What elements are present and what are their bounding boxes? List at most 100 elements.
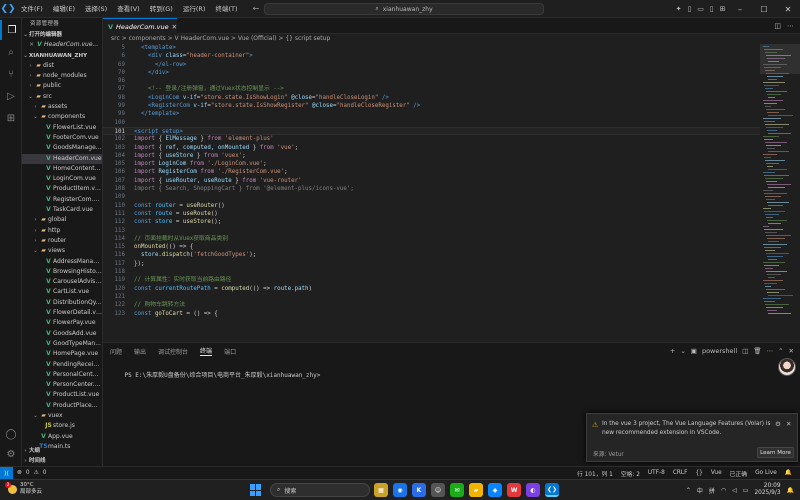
file-explorer-icon[interactable]: ▰ bbox=[469, 483, 483, 497]
open-editors-section[interactable]: ⌄ 打开的编辑器 bbox=[22, 30, 102, 40]
close-panel-icon[interactable]: ✕ bbox=[789, 347, 794, 355]
close-window-icon[interactable]: ✕ bbox=[776, 0, 800, 18]
folder-item[interactable]: › ▰ http bbox=[22, 226, 102, 236]
file-item[interactable]: V BrowsingHistor... bbox=[22, 267, 102, 277]
file-item[interactable]: V ProductItem.vue bbox=[22, 184, 102, 194]
file-item[interactable]: V RegisterCom.vue bbox=[22, 195, 102, 205]
minimap[interactable] bbox=[760, 44, 800, 342]
file-item[interactable]: V CartList.vue bbox=[22, 287, 102, 297]
panel-tab[interactable]: 端口 bbox=[224, 347, 236, 356]
minimize-icon[interactable]: – bbox=[728, 0, 752, 18]
error-icon[interactable]: ⊗ bbox=[17, 470, 22, 476]
volume-icon[interactable]: ◁ bbox=[732, 487, 737, 494]
warning-count[interactable]: 0 bbox=[43, 470, 47, 476]
toggle-sidebar-icon[interactable]: ▯ bbox=[684, 0, 695, 18]
vscode-app-icon[interactable]: ❮❯ bbox=[545, 483, 559, 497]
nav-back-icon[interactable]: ← bbox=[252, 4, 259, 13]
folder-item[interactable]: ⌄ ▰ views bbox=[22, 246, 102, 256]
folder-item[interactable]: › ▰ assets bbox=[22, 102, 102, 112]
close-tab-icon[interactable]: ✕ bbox=[172, 23, 177, 31]
wechat-app-icon[interactable]: ✉ bbox=[450, 483, 464, 497]
encoding[interactable]: UTF-8 bbox=[648, 470, 665, 476]
file-item[interactable]: V FlowerDetail.vue bbox=[22, 308, 102, 318]
file-item[interactable]: JS store.js bbox=[22, 421, 102, 431]
file-item[interactable]: V GoodTypeMan... bbox=[22, 339, 102, 349]
ime-lang[interactable]: 中 bbox=[697, 486, 703, 495]
edge-app-icon[interactable]: ◐ bbox=[526, 483, 540, 497]
folder-item[interactable]: ⌄ ▰ vuex bbox=[22, 411, 102, 421]
code-editor[interactable]: 5 <template> 6 <div class="header-contain… bbox=[103, 44, 760, 342]
maximize-panel-icon[interactable]: ⌃ bbox=[778, 347, 783, 355]
gear-icon[interactable]: ⚙ bbox=[775, 420, 781, 428]
command-center-search[interactable]: ⌕ xianhuawan_zhy bbox=[264, 3, 544, 15]
end-of-line[interactable]: CRLF bbox=[673, 470, 688, 476]
language-mode[interactable]: Vue bbox=[711, 470, 722, 476]
open-editor-item[interactable]: ✕ V HeaderCom.vue... bbox=[22, 40, 102, 50]
file-item[interactable]: V PendingReceip... bbox=[22, 360, 102, 370]
terminal-dropdown-icon[interactable]: ⌄ bbox=[680, 347, 685, 355]
close-icon[interactable]: ✕ bbox=[28, 40, 35, 50]
start-button[interactable] bbox=[250, 484, 262, 496]
file-item[interactable]: V DistributionQy... bbox=[22, 298, 102, 308]
kill-terminal-icon[interactable]: 🗑 bbox=[753, 347, 761, 355]
shell-name[interactable]: powershell bbox=[702, 347, 737, 355]
account-icon[interactable]: ◯ bbox=[0, 424, 22, 444]
explorer-icon[interactable]: ❐ bbox=[0, 20, 22, 40]
folder-item[interactable]: ⌄ ▰ src bbox=[22, 92, 102, 102]
file-item[interactable]: V AddressManag... bbox=[22, 257, 102, 267]
ime-mode[interactable]: 拼 bbox=[709, 486, 715, 495]
folder-item[interactable]: › ▰ node_modules bbox=[22, 71, 102, 81]
bell-icon[interactable]: 🔔 bbox=[785, 470, 792, 476]
people-app-icon[interactable]: ☺ bbox=[431, 483, 445, 497]
folder-item[interactable]: › ▰ router bbox=[22, 236, 102, 246]
tab-headercom[interactable]: V HeaderCom.vue ✕ bbox=[103, 18, 177, 34]
close-icon[interactable]: ✕ bbox=[786, 420, 791, 428]
file-item[interactable]: V HomePage.vue bbox=[22, 349, 102, 359]
plugin-status[interactable]: 已正确 bbox=[730, 469, 747, 478]
widgets-app-icon[interactable]: ▦ bbox=[374, 483, 388, 497]
wps-app-icon[interactable]: W bbox=[507, 483, 521, 497]
manage-gear-icon[interactable]: ⚙ bbox=[0, 444, 22, 464]
search-view-icon[interactable]: ⌕ bbox=[0, 42, 22, 62]
run-debug-icon[interactable]: ▷ bbox=[0, 86, 22, 106]
remote-icon[interactable]: ⟩⟨ bbox=[0, 467, 13, 479]
file-item[interactable]: V PersonalCenter... bbox=[22, 370, 102, 380]
security-app-icon[interactable]: ◆ bbox=[488, 483, 502, 497]
toggle-panel-icon[interactable]: ▭ bbox=[695, 0, 706, 18]
menu-item[interactable]: 查看(V) bbox=[112, 0, 145, 18]
folder-item[interactable]: ⌄ ▰ components bbox=[22, 112, 102, 122]
new-terminal-icon[interactable]: + bbox=[670, 347, 675, 355]
timeline-section[interactable]: › 时间线 bbox=[22, 456, 102, 466]
panel-tab[interactable]: 终端 bbox=[200, 346, 213, 356]
menu-item[interactable]: 终端(T) bbox=[210, 0, 242, 18]
braces-icon[interactable]: {} bbox=[695, 470, 702, 476]
panel-tab[interactable]: 问题 bbox=[110, 347, 122, 356]
more-actions-icon[interactable]: ⋯ bbox=[767, 347, 774, 355]
k-app-icon[interactable]: K bbox=[412, 483, 426, 497]
customize-layout-icon[interactable]: ⊞ bbox=[717, 0, 728, 18]
warning-icon[interactable]: ⚠ bbox=[34, 470, 39, 476]
wifi-icon[interactable]: ◠ bbox=[721, 487, 726, 494]
tray-chevron-icon[interactable]: ⌃ bbox=[686, 487, 691, 494]
file-item[interactable]: V PersonCenter.v... bbox=[22, 380, 102, 390]
panel-tab[interactable]: 调试控制台 bbox=[158, 347, 188, 356]
file-item[interactable]: V FooterCom.vue bbox=[22, 133, 102, 143]
taskbar-search[interactable]: ⌕ 搜索 bbox=[270, 483, 370, 497]
file-item[interactable]: V FlowerList.vue bbox=[22, 123, 102, 133]
notification-bell-icon[interactable]: 🔔 bbox=[787, 487, 794, 494]
battery-icon[interactable]: ▭ bbox=[743, 487, 749, 494]
menu-item[interactable]: 选择(S) bbox=[80, 0, 112, 18]
folder-item[interactable]: › ▰ public bbox=[22, 81, 102, 91]
source-control-icon[interactable]: ⑂ bbox=[0, 64, 22, 84]
avatar[interactable] bbox=[778, 358, 796, 376]
copilot-icon[interactable]: ✦ bbox=[673, 0, 684, 18]
maximize-icon[interactable]: ☐ bbox=[752, 0, 776, 18]
file-item[interactable]: V App.vue bbox=[22, 432, 102, 442]
cursor-position[interactable]: 行 101，列 1 bbox=[577, 469, 613, 478]
extensions-icon[interactable]: ⊞ bbox=[0, 108, 22, 128]
toggle-secondary-sidebar-icon[interactable]: ▯ bbox=[706, 0, 717, 18]
more-actions-icon[interactable]: ⋯ bbox=[787, 22, 794, 30]
file-item[interactable]: V TaskCard.vue bbox=[22, 205, 102, 215]
indent-spaces[interactable]: 空格: 2 bbox=[621, 469, 640, 478]
error-count[interactable]: 0 bbox=[26, 470, 30, 476]
